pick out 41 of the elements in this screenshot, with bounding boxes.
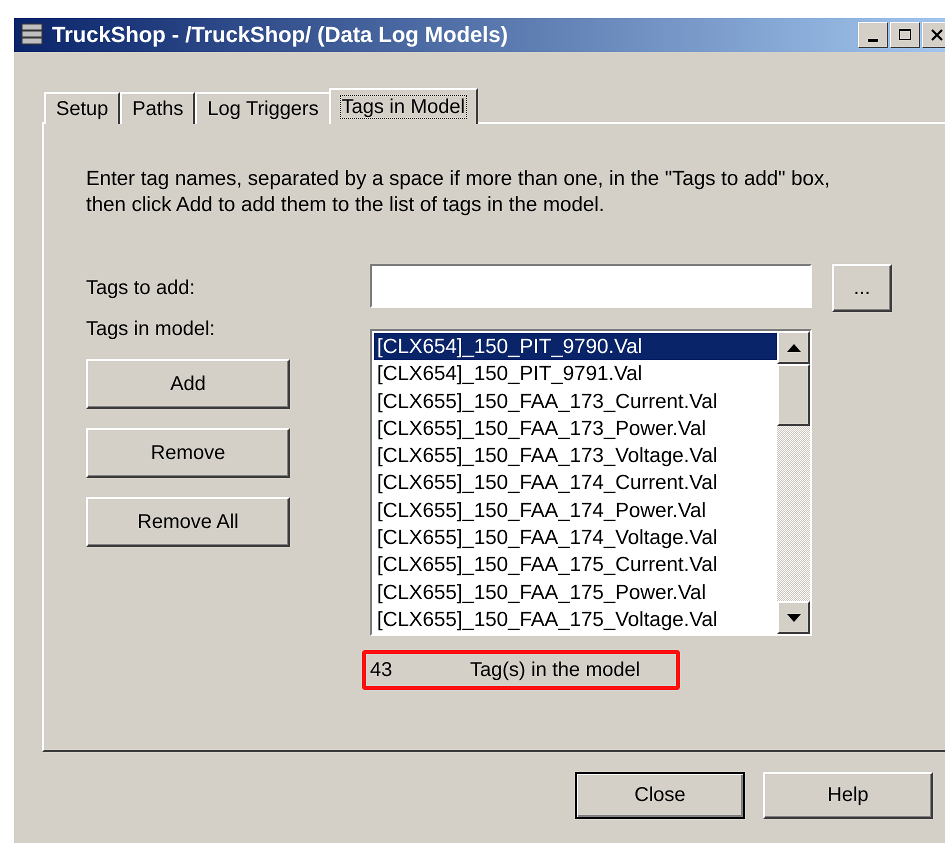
window-title: TruckShop - /TruckShop/ (Data Log Models) <box>52 22 509 48</box>
list-item[interactable]: [CLX655]_150_FAA_173_Power.Val <box>374 414 777 442</box>
tab[interactable]: Setup <box>44 92 120 124</box>
list-label: Tags in model: <box>86 318 216 341</box>
scrollbar[interactable] <box>777 331 810 634</box>
list-item[interactable]: [CLX654]_150_PIT_9791.Val <box>374 360 777 388</box>
list-item[interactable]: [CLX654]_150_PIT_9790.Val <box>374 333 777 360</box>
tab[interactable]: Tags in Model <box>328 88 478 124</box>
down-arrow-icon <box>786 614 800 622</box>
tab[interactable]: Paths <box>120 92 196 124</box>
list-item[interactable]: [CLX655]_150_FAA_175_Current.Val <box>374 551 777 579</box>
field-label: Tags to add: <box>86 276 196 300</box>
maximize-button[interactable] <box>890 22 920 48</box>
tag-list[interactable] <box>370 329 812 636</box>
action-button[interactable]: Remove All <box>86 497 290 547</box>
list-item[interactable]: [CLX655]_150_FAA_173_Current.Val <box>374 388 777 415</box>
list-item[interactable]: [CLX655]_150_FAA_175_Power.Val <box>374 578 777 606</box>
browse-button[interactable]: ... <box>832 264 892 312</box>
list-item[interactable]: [CLX655]_150_FAA_174_Power.Val <box>374 496 777 524</box>
instructions-text: Enter tag names, separated by a space if more than one, in the "Tags to add" box, then click Add to add them to the list of tags in the model. <box>86 166 831 218</box>
list-item[interactable]: [CLX655]_150_FAA_175_Voltage.Val <box>374 606 777 634</box>
tag-count: 43 <box>369 658 394 682</box>
minimize-button[interactable] <box>858 22 888 48</box>
minimize-icon <box>868 38 878 42</box>
maximize-icon <box>898 28 912 42</box>
list-item[interactable]: [CLX655]_150_FAA_174_Voltage.Val <box>374 524 777 552</box>
up-arrow-icon <box>786 344 800 352</box>
action-button[interactable]: Add <box>86 359 290 409</box>
close-icon <box>930 28 944 42</box>
dialog-button[interactable]: Close <box>575 772 745 819</box>
tab[interactable]: Log Triggers <box>195 92 331 124</box>
action-button[interactable]: Remove <box>86 428 290 478</box>
dialog-button[interactable]: Help <box>763 772 933 819</box>
count-label: Tag(s) in the model <box>470 658 640 682</box>
tags-input-field[interactable] <box>370 264 812 308</box>
scroll-thumb[interactable] <box>777 364 810 426</box>
list-item[interactable]: [CLX655]_150_FAA_174_Current.Val <box>374 469 777 497</box>
scroll-up-button[interactable] <box>777 331 810 364</box>
close-button[interactable] <box>922 22 945 48</box>
scroll-down-button[interactable] <box>777 601 810 634</box>
list-item[interactable]: [CLX655]_150_FAA_173_Voltage.Val <box>374 442 777 470</box>
